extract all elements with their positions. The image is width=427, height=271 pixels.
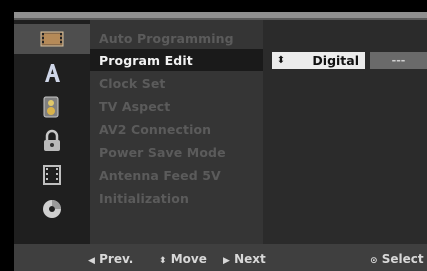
category-icon-column xyxy=(14,20,90,244)
up-down-arrows-icon: ⬍ xyxy=(276,54,286,66)
select-circle-icon: ⊙ xyxy=(370,256,378,266)
recording-icon[interactable] xyxy=(14,160,90,190)
audio-icon[interactable] xyxy=(14,92,90,122)
menu-item-tv-aspect[interactable]: TV Aspect xyxy=(99,99,170,114)
nav-next: ▶ Next xyxy=(223,252,266,266)
menu-item-antenna-feed[interactable]: Antenna Feed 5V xyxy=(99,168,221,183)
secondary-option[interactable]: --- xyxy=(370,52,427,69)
right-arrow-icon: ▶ xyxy=(223,256,230,266)
language-icon[interactable] xyxy=(14,58,90,88)
left-arrow-icon: ◀ xyxy=(88,256,95,266)
nav-move: ⬍ Move xyxy=(159,252,207,266)
menu-item-av2-connection[interactable]: AV2 Connection xyxy=(99,122,211,137)
top-border xyxy=(0,0,427,10)
option-value: Digital xyxy=(312,53,359,68)
menu-item-program-edit[interactable]: Program Edit xyxy=(99,53,193,68)
menu-item-power-save-mode[interactable]: Power Save Mode xyxy=(99,145,226,160)
nav-prev: ◀ Prev. xyxy=(88,252,134,266)
nav-select: ⊙ Select xyxy=(370,252,424,266)
up-down-icon: ⬍ xyxy=(159,256,167,266)
menu-item-clock-set[interactable]: Clock Set xyxy=(99,76,165,91)
menu-item-initialization[interactable]: Initialization xyxy=(99,191,189,206)
lock-icon[interactable] xyxy=(14,126,90,156)
navigation-help-bar xyxy=(14,244,427,271)
menu-item-auto-programming[interactable]: Auto Programming xyxy=(99,31,234,46)
digital-option[interactable]: ⬍ Digital xyxy=(272,52,365,69)
video-icon[interactable] xyxy=(14,24,90,54)
disc-icon[interactable] xyxy=(14,194,90,224)
